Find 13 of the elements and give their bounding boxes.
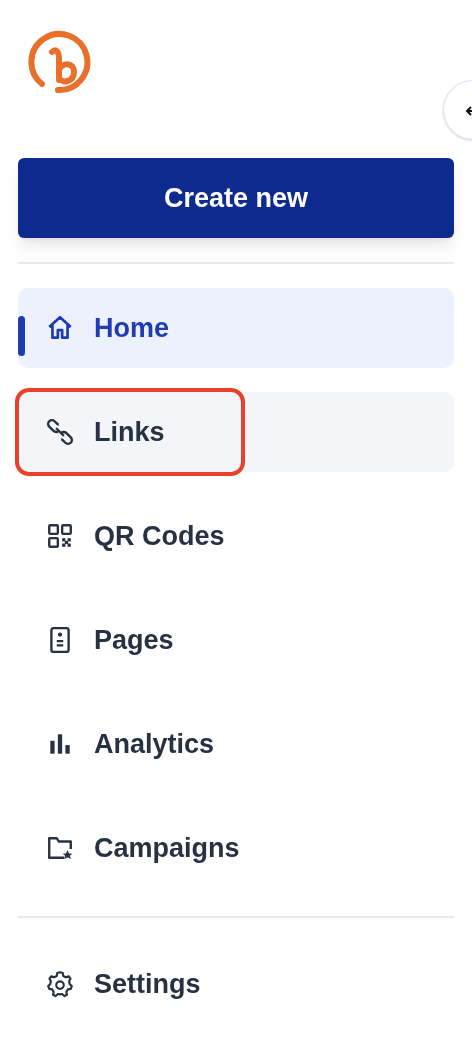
nav-item[interactable]: Analytics	[18, 704, 454, 784]
nav-item[interactable]: Pages	[18, 600, 454, 680]
nav-item[interactable]: Campaigns	[18, 808, 454, 888]
link-icon	[46, 418, 74, 446]
nav-item[interactable]: Home	[18, 288, 454, 368]
nav-item[interactable]: Links	[18, 392, 454, 472]
nav-item[interactable]: QR Codes	[18, 496, 454, 576]
create-new-button[interactable]: Create new	[18, 158, 454, 238]
settings-icon	[46, 970, 74, 998]
folder-star-icon	[46, 834, 74, 862]
nav-item[interactable]: Settings	[18, 944, 454, 1024]
home-icon	[46, 314, 74, 342]
qr-code-icon	[46, 522, 74, 550]
